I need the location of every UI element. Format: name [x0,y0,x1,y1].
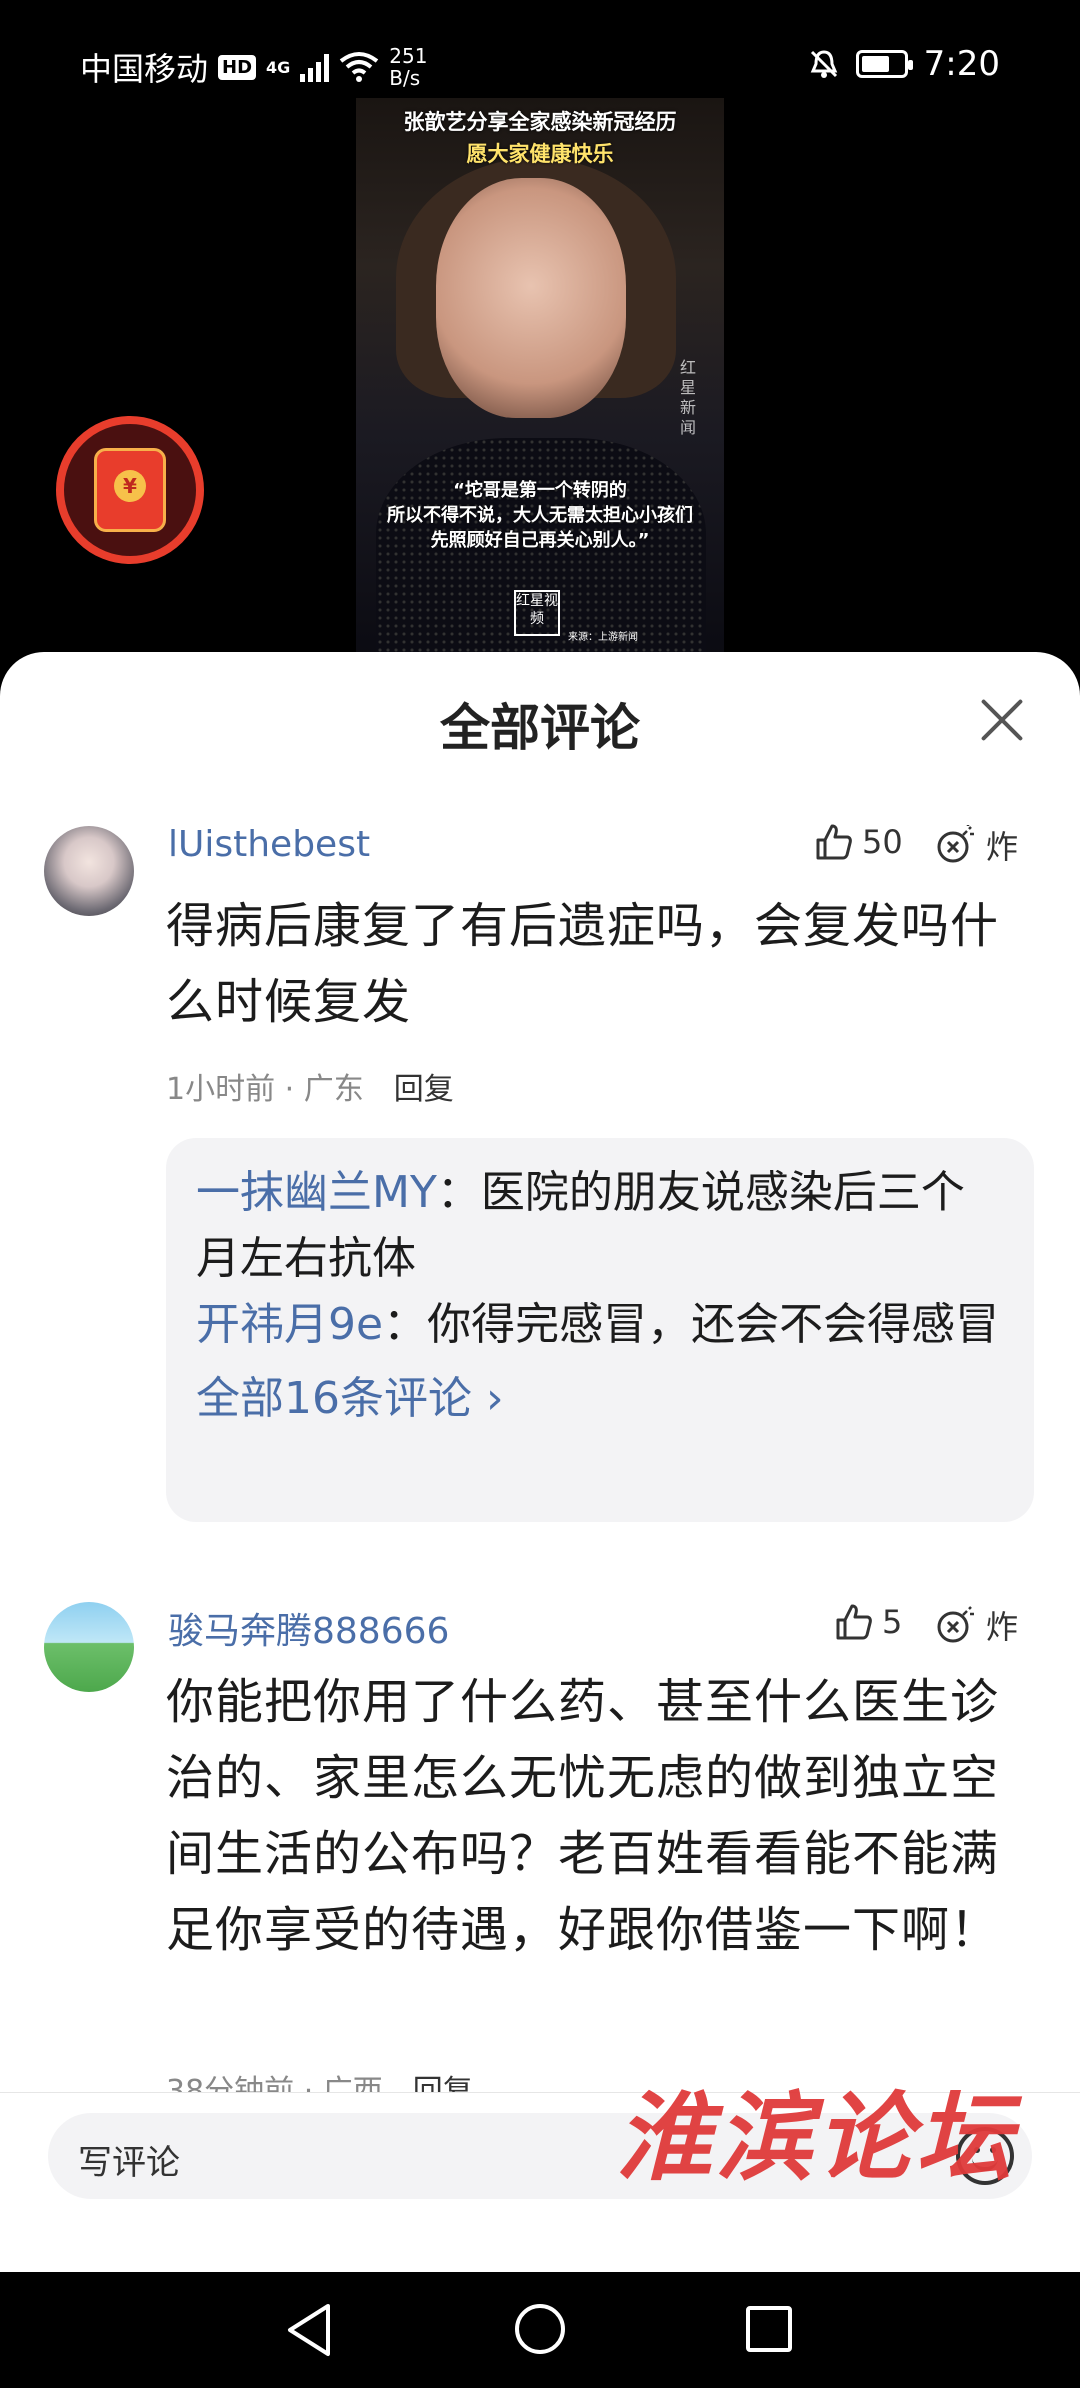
net-speed: 251 B/s [389,45,427,89]
reply-username[interactable]: 开祎月9e [196,1299,383,1350]
yuan-coin-icon: ¥ [114,470,146,502]
clock: 7:20 [923,44,1000,84]
like-button[interactable]: 50 [814,822,903,862]
reply-item: 开祎月9e：你得完感冒，还会不会得感冒 [196,1292,1004,1358]
carrier-name: 中国移动 [80,50,209,88]
net-speed-unit: B/s [389,66,421,90]
avatar[interactable] [44,1602,134,1692]
reply-text: ：你得完感冒，还会不会得感冒 [383,1299,1000,1350]
avatar[interactable] [44,826,134,916]
comment-text: 得病后康复了有后遗症吗，会复发吗什么时候复发 [166,898,1000,1030]
video-title-line2: 愿大家健康快乐 [466,142,614,166]
status-right: 7:20 [808,44,1000,84]
hd-badge: HD [218,54,257,80]
comment-time-location: 1小时前 · 广东 [166,1072,364,1107]
status-left: 中国移动 HD 4G 251 B/s [80,44,427,90]
bomb-button[interactable]: 炸 [936,1602,1018,1648]
reply-preview-box[interactable]: 一抹幽兰MY：医院的朋友说感染后三个月左右抗体 开祎月9e：你得完感冒，还会不会… [166,1138,1034,1522]
bomb-button[interactable]: 炸 [936,822,1018,868]
back-icon[interactable] [284,2302,334,2358]
reply-item: 一抹幽兰MY：医院的朋友说感染后三个月左右抗体 [196,1160,1004,1292]
status-bar: 中国移动 HD 4G 251 B/s 7:20 [0,0,1080,100]
view-all-replies-link[interactable]: 全部16条评论 › [196,1366,1004,1432]
recent-apps-icon[interactable] [746,2306,792,2352]
video-source: 来源：上游新闻 [568,632,638,643]
like-count: 5 [882,1603,903,1641]
signal-icon [300,52,330,82]
bomb-label: 炸 [986,1608,1019,1646]
video-subtitle-line1: “坨哥是第一个转阴的 [453,480,627,501]
reply-username[interactable]: 一抹幽兰MY [196,1167,437,1218]
panel-title: 全部评论 [440,699,640,757]
forum-watermark: 淮滨论坛 [616,2081,1016,2194]
like-count: 50 [862,823,903,861]
comment-input-placeholder: 写评论 [78,2143,180,2183]
video-title: 张歆艺分享全家感染新冠经历 愿大家健康快乐 [356,106,724,170]
close-icon[interactable] [974,692,1030,748]
video-figure-face [436,178,626,418]
comment-meta: 1小时前 · 广东 回复 [166,1064,454,1108]
video-subtitle: “坨哥是第一个转阴的 所以不得不说，大人无需太担心小孩们 先照顾好自己再关心别人… [372,478,708,553]
video-player[interactable]: 张歆艺分享全家感染新冠经历 愿大家健康快乐 红星新闻 “坨哥是第一个转阴的 所以… [356,98,724,658]
battery-icon [855,50,913,78]
bomb-icon [937,1606,974,1643]
video-title-line1: 张歆艺分享全家感染新冠经历 [403,110,677,134]
comment-username[interactable]: 骏马奔腾888666 [168,1602,449,1654]
comments-panel: 全部评论 lUisthebest 50 炸 得病后康复了有后遗症吗，会复发吗什么… [0,652,1080,2272]
home-icon[interactable] [515,2304,565,2354]
comment-username[interactable]: lUisthebest [168,824,370,865]
bomb-icon [937,825,974,863]
thumbs-up-icon [836,1604,872,1640]
video-logo: 红星视频 [514,590,560,636]
thumbs-up-icon [816,824,852,860]
comment-text: 你能把你用了什么药、甚至什么医生诊治的、家里怎么无忧无虑的做到独立空间生活的公布… [166,1674,1000,1958]
network-type: 4G [266,57,291,77]
net-speed-value: 251 [389,44,428,68]
reply-button[interactable]: 回复 [394,1064,454,1108]
video-subtitle-line2: 所以不得不说，大人无需太担心小孩们 [387,505,693,526]
wifi-icon [340,52,379,82]
red-packet-button[interactable]: ¥ [56,416,204,564]
bomb-label: 炸 [986,828,1019,866]
like-button[interactable]: 5 [834,1602,902,1642]
video-subtitle-line3: 先照顾好自己再关心别人。” [430,530,650,551]
system-nav-bar [0,2272,1080,2388]
mute-bell-icon [810,50,837,78]
video-watermark: 红星新闻 [680,358,697,437]
